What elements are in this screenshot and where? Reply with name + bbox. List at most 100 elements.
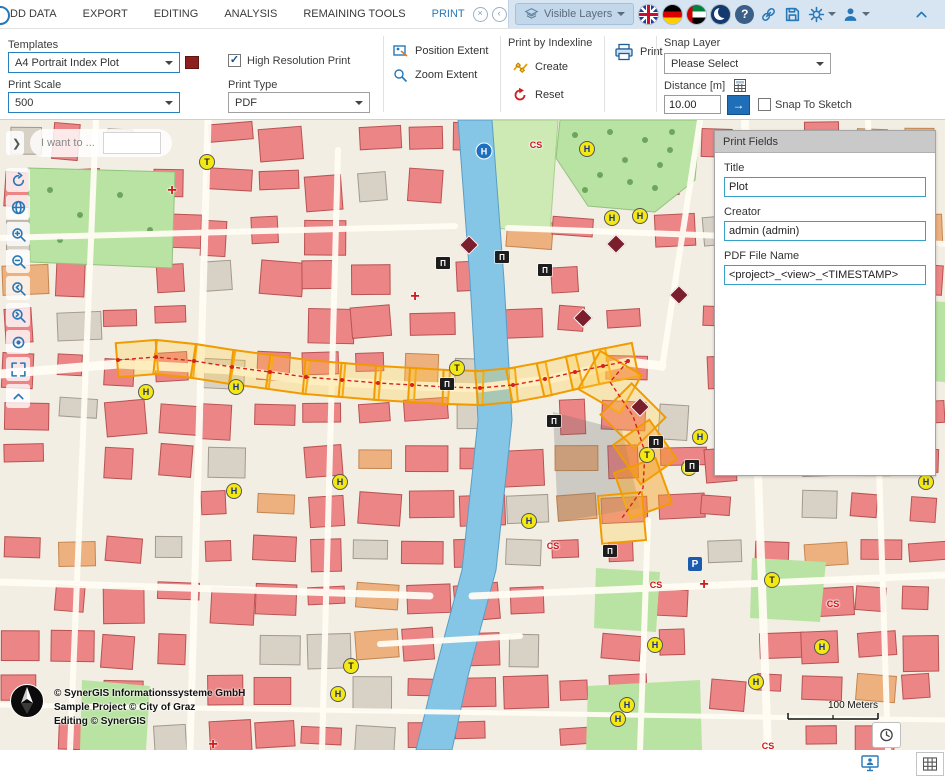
high-res-checkbox[interactable] [228,54,241,67]
print-fields-panel: Print Fields Title Creator PDF File Name [714,130,936,476]
ribbon-separator [500,36,501,112]
scalebar-label: 100 Meters [758,700,884,711]
scalebar: 100 Meters [758,700,884,724]
session-user-icon[interactable] [860,753,880,773]
close-tab-icon[interactable]: × [473,7,488,22]
previous-extent-button[interactable] [6,276,30,300]
visible-layers-button[interactable]: Visible Layers [515,3,634,25]
prev-tab-icon[interactable]: ‹ [492,7,507,22]
menu-item-export[interactable]: EXPORT [83,8,128,20]
chevron-down-icon [862,12,870,16]
language-german-icon[interactable] [663,5,682,24]
print-type-select[interactable]: PDF [228,92,370,113]
pdf-file-name-input[interactable] [724,265,926,285]
history-button[interactable] [872,722,901,748]
fullscreen-button[interactable] [6,357,30,381]
settings-menu[interactable] [807,5,836,24]
menu-item-analysis[interactable]: ANALYSIS [224,8,277,20]
chevron-down-icon [355,101,363,105]
position-extent-icon [392,43,409,59]
attribute-table-button[interactable] [916,752,944,776]
ribbon-separator [383,36,384,112]
language-arabic-icon[interactable] [687,5,706,24]
tab-print[interactable]: PRINT [432,8,465,20]
ribbon-separator [604,36,605,112]
main-menu: DD DATA EXPORT EDITING ANALYSIS REMAININ… [0,8,406,20]
ribbon-separator [656,36,657,112]
attribution-line: © SynerGIS Informationssysteme GmbH [54,687,245,701]
clock-icon [879,727,894,743]
dark-mode-icon[interactable] [711,5,730,24]
menubar: DD DATA EXPORT EDITING ANALYSIS REMAININ… [0,0,945,29]
share-link-icon[interactable] [759,5,778,24]
reset-indexline-label: Reset [535,89,564,101]
print-scale-select[interactable]: 500 [8,92,180,113]
print-label: Print [640,46,663,58]
expand-sidebar-button[interactable] [6,131,24,155]
chevron-down-icon [165,61,173,65]
user-icon [841,5,860,24]
creator-label: Creator [724,206,926,218]
help-icon[interactable]: ? [735,5,754,24]
snap-layer-select[interactable]: Please Select [664,53,831,74]
chevron-down-icon [816,62,824,66]
print-scale-value: 500 [15,97,33,109]
zoom-in-button[interactable] [6,222,30,246]
apply-distance-button[interactable] [727,95,750,115]
visible-layers-label: Visible Layers [544,8,612,20]
snap-layer-value: Please Select [671,58,738,70]
create-indexline-button[interactable]: Create [512,59,568,75]
snap-to-sketch-label: Snap To Sketch [775,99,852,111]
high-res-label: High Resolution Print [247,55,350,67]
map-attribution: © SynerGIS Informationssysteme GmbH Samp… [54,687,245,729]
center-map-button[interactable] [6,330,30,354]
save-icon[interactable] [783,5,802,24]
zoom-in-icon [10,226,27,243]
zoom-out-button[interactable] [6,249,30,273]
zoom-extent-button[interactable]: Zoom Extent [392,67,477,83]
distance-input[interactable] [664,95,721,114]
menu-item-remaining-tools[interactable]: REMAINING TOOLS [303,8,405,20]
zoom-extent-label: Zoom Extent [415,69,477,81]
create-indexline-label: Create [535,61,568,73]
chevron-down-icon [165,101,173,105]
menubar-right: Visible Layers ? [508,0,945,28]
title-input[interactable] [724,177,926,197]
title-label: Title [724,162,926,174]
print-ribbon: Templates A4 Portrait Index Plot Print S… [0,29,945,120]
gear-icon [807,5,826,24]
rotate-reset-button[interactable] [6,168,30,192]
full-extent-button[interactable] [6,195,30,219]
creator-input[interactable] [724,221,926,241]
i-want-to-input[interactable] [103,132,161,154]
map-viewport[interactable]: HHHHHHHHHHHHHHHHHTTTTTH++++ΠΠΠΠΠΠΠΠPCSCS… [0,120,945,750]
position-extent-button[interactable]: Position Extent [392,43,488,59]
fullscreen-icon [10,361,27,378]
language-english-icon[interactable] [639,5,658,24]
user-menu[interactable] [841,5,870,24]
collapse-ribbon-icon[interactable] [912,5,931,24]
templates-label: Templates [8,39,58,51]
calculator-icon [734,79,746,92]
printer-icon [614,43,634,61]
print-fields-header: Print Fields [715,131,935,153]
collapse-toolbar-button[interactable] [6,384,30,408]
map-toolbar [6,168,30,408]
templates-select[interactable]: A4 Portrait Index Plot [8,52,180,73]
next-extent-button[interactable] [6,303,30,327]
layers-icon [524,7,539,22]
scalebar-graphic [758,711,884,721]
app-window: DD DATA EXPORT EDITING ANALYSIS REMAININ… [0,0,945,776]
print-scale-label: Print Scale [8,79,61,91]
snap-to-sketch-checkbox[interactable] [758,98,771,111]
i-want-to-label: I want to ... [41,137,95,149]
globe-icon [10,199,27,216]
attribution-line: Editing © SynerGIS [54,715,245,729]
next-extent-icon [10,307,27,324]
reset-indexline-button[interactable]: Reset [512,87,564,103]
bottom-strip [0,750,945,778]
menu-item-editing[interactable]: EDITING [154,8,199,20]
delete-template-button[interactable] [185,56,199,69]
chevron-up-icon [10,388,27,405]
menu-item-add-data[interactable]: DD DATA [10,8,57,20]
